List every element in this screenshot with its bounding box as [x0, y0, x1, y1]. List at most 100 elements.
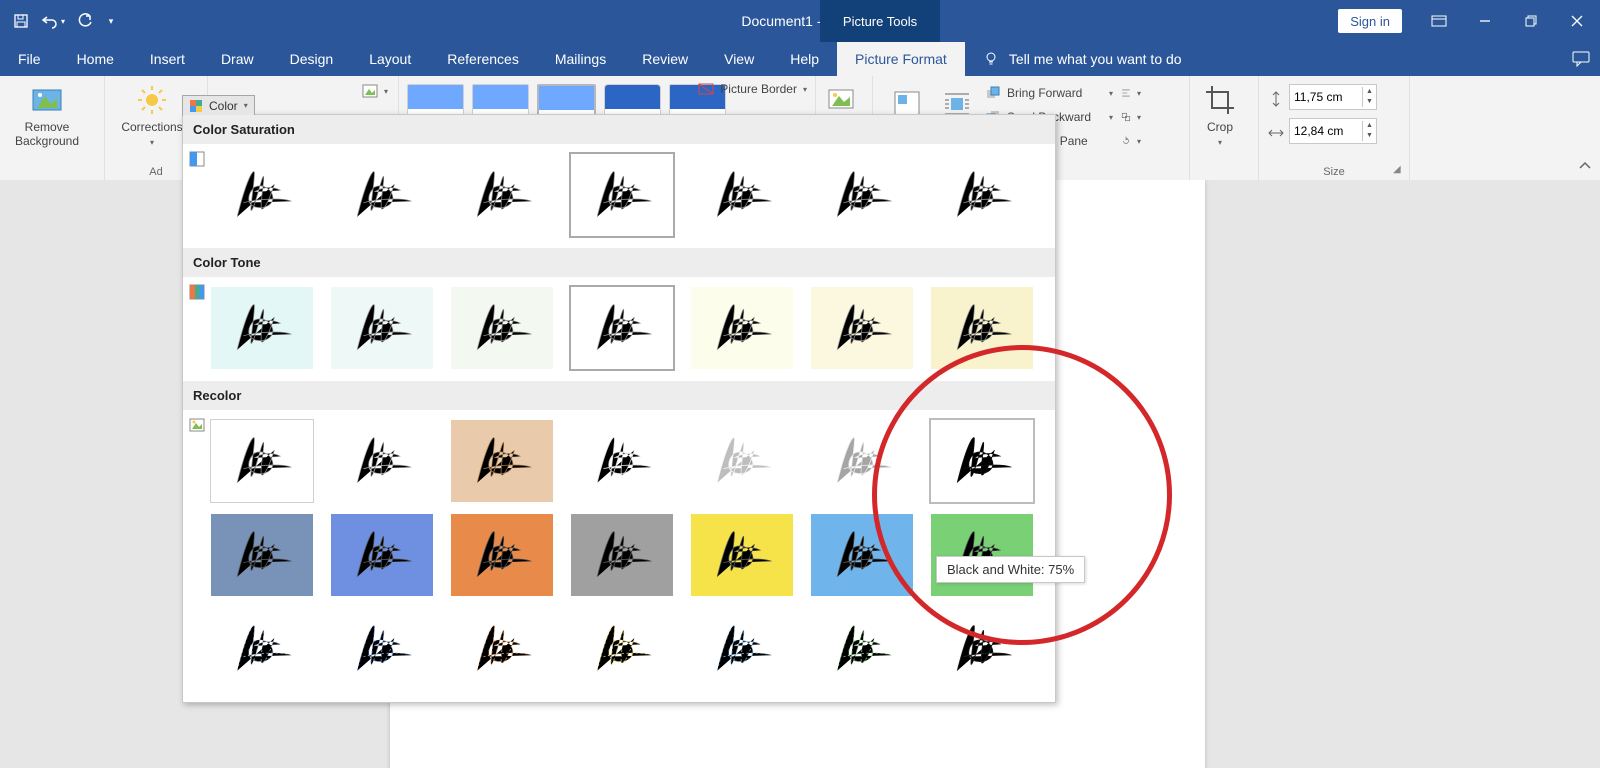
- tab-draw[interactable]: Draw: [203, 42, 272, 76]
- color-gallery-dropdown: Color ▾ Color Saturation Color Tone Reco…: [182, 114, 1056, 703]
- color-option[interactable]: [691, 514, 793, 596]
- undo-button[interactable]: ▾: [38, 0, 68, 42]
- color-option[interactable]: [211, 154, 313, 236]
- artistic-effects-button[interactable]: ▾: [358, 80, 392, 102]
- color-option[interactable]: [331, 154, 433, 236]
- redo-button[interactable]: [70, 0, 100, 42]
- tab-layout[interactable]: Layout: [351, 42, 429, 76]
- customize-qat-button[interactable]: ▾: [102, 0, 120, 42]
- alt-text-button[interactable]: [824, 80, 858, 116]
- color-option[interactable]: [331, 287, 433, 369]
- corrections-button[interactable]: Corrections ▾: [113, 80, 191, 147]
- size-dialog-launcher[interactable]: ◢: [1393, 164, 1405, 176]
- color-option[interactable]: [811, 420, 913, 502]
- width-down[interactable]: ▼: [1363, 131, 1376, 141]
- corrections-label: Corrections: [121, 120, 182, 134]
- color-option[interactable]: [691, 608, 793, 690]
- color-option[interactable]: [571, 420, 673, 502]
- group-button[interactable]: ▾: [1117, 106, 1145, 128]
- ribbon-display-options-button[interactable]: [1416, 0, 1462, 42]
- color-button[interactable]: Color ▾: [182, 95, 255, 116]
- shape-width-input[interactable]: ▲▼: [1289, 118, 1377, 144]
- color-option[interactable]: [811, 287, 913, 369]
- color-option[interactable]: [211, 420, 313, 502]
- picture-border-button[interactable]: Picture Border ▾: [694, 78, 811, 100]
- minimize-button[interactable]: [1462, 0, 1508, 42]
- color-option[interactable]: [211, 287, 313, 369]
- color-icon: [189, 99, 203, 113]
- color-option[interactable]: [931, 287, 1033, 369]
- maximize-button[interactable]: [1508, 0, 1554, 42]
- crop-button[interactable]: Crop ▾: [1198, 80, 1242, 147]
- rotate-button[interactable]: ▾: [1117, 130, 1145, 152]
- section-color-saturation: Color Saturation: [183, 115, 1055, 144]
- save-button[interactable]: [6, 0, 36, 42]
- height-up[interactable]: ▲: [1363, 87, 1376, 97]
- color-option[interactable]: [571, 514, 673, 596]
- color-option[interactable]: [571, 154, 673, 236]
- quick-access-toolbar: ▾ ▾: [0, 0, 126, 42]
- rotate-icon: [1121, 133, 1131, 149]
- remove-background-button[interactable]: Remove Background: [8, 80, 86, 148]
- close-button[interactable]: [1554, 0, 1600, 42]
- color-option[interactable]: [331, 608, 433, 690]
- border-icon: [698, 81, 714, 97]
- tone-row: [183, 277, 1055, 381]
- color-option[interactable]: [571, 287, 673, 369]
- color-option[interactable]: [451, 287, 553, 369]
- crop-icon: [1204, 84, 1236, 116]
- sign-in-button[interactable]: Sign in: [1338, 9, 1402, 33]
- tab-insert[interactable]: Insert: [132, 42, 203, 76]
- bring-forward-label: Bring Forward: [1007, 86, 1082, 100]
- tab-picture-format[interactable]: Picture Format: [837, 42, 965, 76]
- tab-references[interactable]: References: [429, 42, 537, 76]
- shape-width-value[interactable]: [1290, 120, 1362, 142]
- color-option[interactable]: [691, 420, 793, 502]
- size-group-label: Size: [1259, 166, 1409, 178]
- lightbulb-icon: [983, 51, 999, 67]
- section-color-tone: Color Tone: [183, 248, 1055, 277]
- color-option[interactable]: [451, 154, 553, 236]
- color-option[interactable]: [451, 514, 553, 596]
- color-option[interactable]: [931, 514, 1033, 596]
- picture-border-label: Picture Border: [720, 82, 797, 96]
- crop-label: Crop: [1207, 120, 1233, 134]
- saturation-row: [183, 144, 1055, 248]
- tab-home[interactable]: Home: [59, 42, 132, 76]
- tell-me-search[interactable]: Tell me what you want to do: [965, 42, 1200, 76]
- color-option[interactable]: [931, 154, 1033, 236]
- group-crop: Crop ▾: [1190, 76, 1259, 180]
- tab-mailings[interactable]: Mailings: [537, 42, 624, 76]
- bring-forward-button[interactable]: Bring Forward▾: [981, 82, 1117, 104]
- color-option-black-white-75[interactable]: [931, 420, 1033, 502]
- color-option[interactable]: [691, 287, 793, 369]
- color-option[interactable]: [451, 420, 553, 502]
- ribbon-tabs: File Home Insert Draw Design Layout Refe…: [0, 42, 1600, 76]
- color-option[interactable]: [331, 420, 433, 502]
- tab-design[interactable]: Design: [272, 42, 352, 76]
- width-up[interactable]: ▲: [1363, 121, 1376, 131]
- tab-view[interactable]: View: [706, 42, 772, 76]
- tooltip-black-white-75: Black and White: 75%: [936, 556, 1085, 583]
- bring-forward-icon: [985, 85, 1001, 101]
- tab-file[interactable]: File: [0, 42, 59, 76]
- color-option[interactable]: [211, 514, 313, 596]
- shape-height-input[interactable]: ▲▼: [1289, 84, 1377, 110]
- comments-button[interactable]: [1572, 42, 1590, 76]
- color-option[interactable]: [811, 514, 913, 596]
- color-option[interactable]: [811, 154, 913, 236]
- color-option[interactable]: [331, 514, 433, 596]
- align-button[interactable]: ▾: [1117, 82, 1145, 104]
- color-option[interactable]: [571, 608, 673, 690]
- height-down[interactable]: ▼: [1363, 97, 1376, 107]
- tab-review[interactable]: Review: [624, 42, 706, 76]
- recolor-row-1: [183, 410, 1055, 514]
- tab-help[interactable]: Help: [772, 42, 837, 76]
- color-option[interactable]: [451, 608, 553, 690]
- color-option[interactable]: [211, 608, 313, 690]
- color-option[interactable]: [811, 608, 913, 690]
- collapse-ribbon-button[interactable]: [1578, 159, 1592, 176]
- color-option[interactable]: [691, 154, 793, 236]
- color-option[interactable]: [931, 608, 1033, 690]
- shape-height-value[interactable]: [1290, 86, 1362, 108]
